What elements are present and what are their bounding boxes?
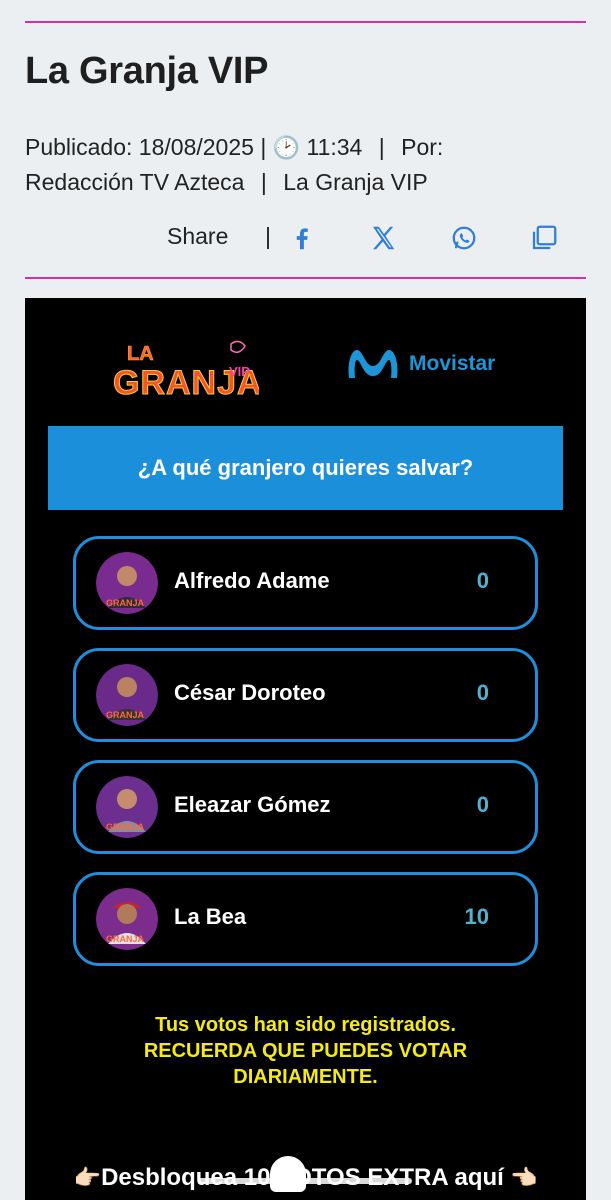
meta-separator: | xyxy=(378,134,385,160)
vote-count: 0 xyxy=(476,680,489,705)
vote-confirmation-message: Tus votos han sido registrados. RECUERDA… xyxy=(85,1012,526,1090)
reminder-line: RECUERDA QUE PUEDES VOTAR xyxy=(143,1040,468,1062)
movistar-logo: Movistar xyxy=(345,338,505,388)
vote-count: 0 xyxy=(476,792,489,817)
x-share-button[interactable] xyxy=(365,220,401,256)
svg-text:GRANJA: GRANJA xyxy=(106,934,145,944)
svg-text:GRANJA: GRANJA xyxy=(106,598,145,608)
meta-separator: | xyxy=(260,134,267,160)
svg-text:VIP: VIP xyxy=(229,364,250,379)
avatar: GRANJA xyxy=(96,776,158,838)
whatsapp-icon xyxy=(452,226,476,250)
facebook-share-button[interactable] xyxy=(284,220,320,256)
confirmation-line: Tus votos han sido registrados. xyxy=(155,1014,456,1036)
by-label: Por: xyxy=(401,134,444,160)
option-name: La Bea xyxy=(174,904,247,929)
article-meta: Publicado: 18/08/2025 | 🕑 11:34 | Por: R… xyxy=(25,130,545,199)
category-link[interactable]: La Granja VIP xyxy=(283,169,427,195)
movistar-brand-text: Movistar xyxy=(409,352,496,375)
option-name: Alfredo Adame xyxy=(174,568,330,593)
home-indicator-icon xyxy=(270,1156,306,1192)
bottom-divider xyxy=(25,277,586,279)
x-icon xyxy=(373,226,395,250)
share-separator: | xyxy=(265,223,271,249)
avatar: GRANJA xyxy=(96,888,158,950)
share-bar: Share | xyxy=(25,218,586,258)
meta-separator: | xyxy=(260,169,267,195)
poll-option-alfredo-adame[interactable]: GRANJA Alfredo Adame 0 xyxy=(73,536,538,630)
poll-option-la-bea[interactable]: GRANJA La Bea 10 xyxy=(73,872,538,966)
facebook-icon xyxy=(296,228,308,250)
vote-count: 10 xyxy=(464,904,489,929)
vote-count: 0 xyxy=(476,568,489,593)
movistar-m-icon xyxy=(348,350,398,378)
reminder-line: DIARIAMENTE. xyxy=(233,1066,378,1088)
la-granja-vip-logo: LA GRANJA VIP xyxy=(113,340,259,403)
published-time: 11:34 xyxy=(306,134,363,160)
svg-text:GRANJA: GRANJA xyxy=(106,710,145,720)
page-title: La Granja VIP xyxy=(25,50,269,92)
copy-link-button[interactable] xyxy=(526,220,562,256)
voting-widget: LA GRANJA VIP Movistar ¿A qué granjero q… xyxy=(25,298,586,1200)
whatsapp-share-button[interactable] xyxy=(446,220,482,256)
top-divider xyxy=(25,21,586,23)
gesture-navigation-bar[interactable] xyxy=(198,1178,412,1184)
avatar: GRANJA xyxy=(96,552,158,614)
pointing-right-icon: 👉🏻 xyxy=(73,1165,102,1190)
clock-icon: 🕑 xyxy=(272,135,301,160)
avatar: GRANJA xyxy=(96,664,158,726)
svg-text:LA: LA xyxy=(127,343,154,365)
pointing-left-icon: 👈🏻 xyxy=(503,1165,538,1190)
poll-option-cesar-doroteo[interactable]: GRANJA César Doroteo 0 xyxy=(73,648,538,742)
option-name: César Doroteo xyxy=(174,680,326,705)
svg-text:GRANJA: GRANJA xyxy=(106,822,145,832)
share-label: Share xyxy=(167,223,229,249)
poll-option-eleazar-gomez[interactable]: GRANJA Eleazar Gómez 0 xyxy=(73,760,538,854)
published-date: Publicado: 18/08/2025 xyxy=(25,134,254,160)
author-link[interactable]: Redacción TV Azteca xyxy=(25,169,244,195)
copy-icon xyxy=(532,225,557,250)
option-name: Eleazar Gómez xyxy=(174,792,331,817)
poll-question: ¿A qué granjero quieres salvar? xyxy=(48,426,563,510)
